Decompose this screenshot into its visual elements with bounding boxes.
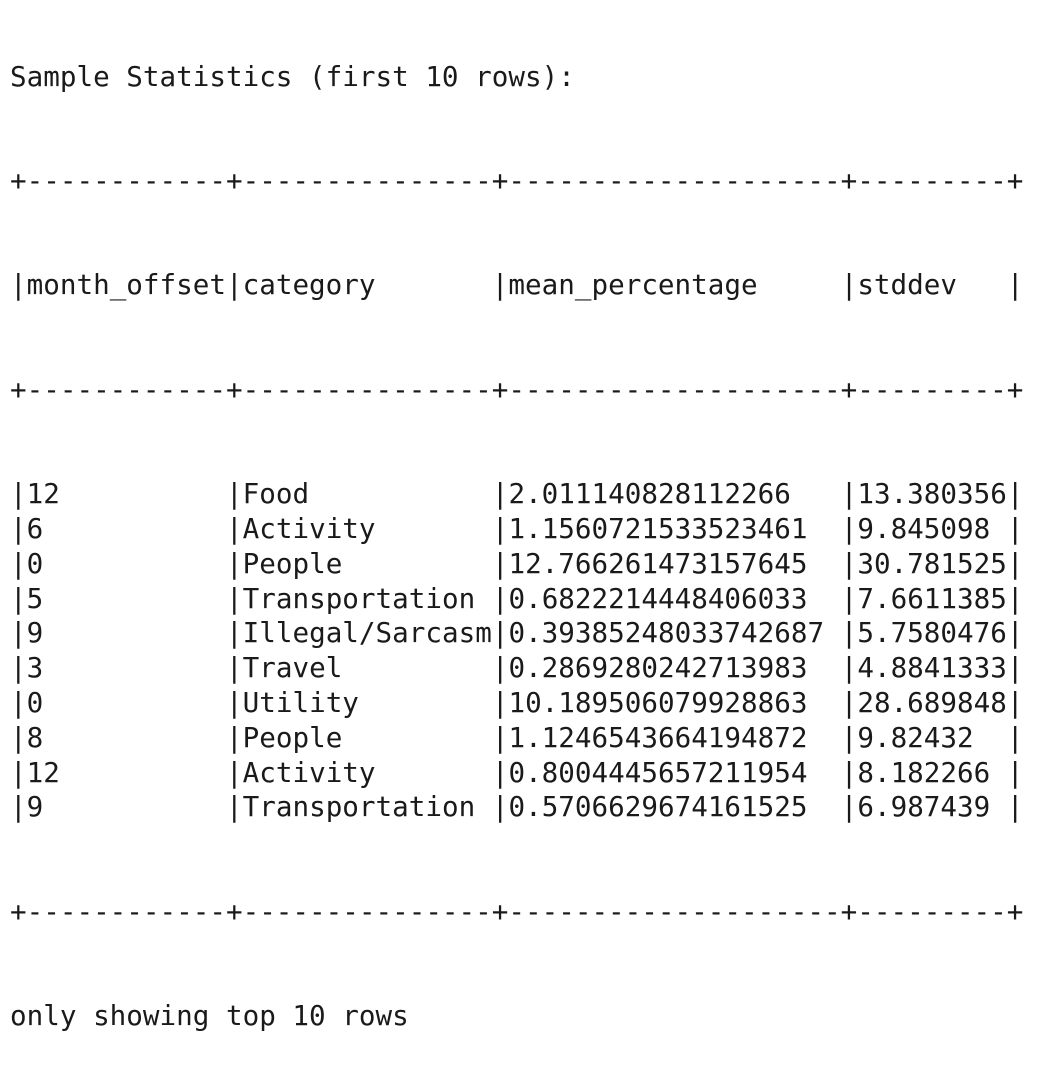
table-row: |0 |People |12.766261473157645 |30.78152…: [10, 546, 1024, 580]
cell-month-offset: 0: [26, 685, 44, 719]
cell-mean-percentage: 0.39385248033742687: [508, 616, 825, 650]
table-header-row: |month_offset|category |mean_percentage …: [10, 268, 1024, 302]
cell-month-offset: 12: [26, 755, 60, 789]
table-row: |5 |Transportation |0.6822214448406033 |…: [10, 581, 1024, 615]
cell-mean-percentage: 0.6822214448406033: [508, 581, 808, 615]
table-row: |12 |Food |2.011140828112266 |13.380356|: [10, 477, 1024, 511]
table-border-bottom: +------------+---------------+----------…: [10, 894, 1024, 928]
cell-stddev: 4.8841333: [857, 651, 1007, 685]
cell-stddev: 5.7580476: [857, 616, 1007, 650]
cell-stddev: 6.987439: [857, 790, 991, 824]
cell-month-offset: 12: [26, 477, 60, 511]
table-row: |9 |Transportation |0.5706629674161525 |…: [10, 790, 1024, 824]
cell-category: Food: [242, 477, 310, 511]
cell-category: People: [242, 720, 343, 754]
cell-stddev: 28.689848: [857, 685, 1007, 719]
cell-month-offset: 8: [26, 720, 44, 754]
cell-mean-percentage: 10.189506079928863: [508, 685, 808, 719]
terminal-output: Sample Statistics (first 10 rows): +----…: [10, 0, 1024, 1069]
cell-category: Transportation: [242, 581, 476, 615]
column-header-category: category: [242, 268, 376, 302]
footer-text: only showing top 10 rows: [10, 999, 409, 1033]
cell-stddev: 9.82432: [857, 720, 974, 754]
table-row: |12 |Activity |0.8004445657211954 |8.182…: [10, 755, 1024, 789]
cell-month-offset: 9: [26, 616, 44, 650]
cell-month-offset: 5: [26, 581, 44, 615]
cell-mean-percentage: 0.2869280242713983: [508, 651, 808, 685]
table-row: |9 |Illegal/Sarcasm|0.39385248033742687 …: [10, 616, 1024, 650]
cell-month-offset: 9: [26, 790, 44, 824]
cell-month-offset: 0: [26, 546, 44, 580]
table-row: |3 |Travel |0.2869280242713983 |4.884133…: [10, 651, 1024, 685]
table-row: |8 |People |1.1246543664194872 |9.82432 …: [10, 720, 1024, 754]
cell-category: Transportation: [242, 790, 476, 824]
cell-mean-percentage: 0.5706629674161525: [508, 790, 808, 824]
cell-category: Utility: [242, 685, 359, 719]
cell-category: Activity: [242, 511, 376, 545]
cell-mean-percentage: 1.1560721533523461: [508, 511, 808, 545]
heading-text: Sample Statistics (first 10 rows):: [10, 59, 575, 93]
cell-mean-percentage: 1.1246543664194872: [508, 720, 808, 754]
cell-category: Travel: [242, 651, 343, 685]
cell-mean-percentage: 2.011140828112266: [508, 477, 791, 511]
cell-category: People: [242, 546, 343, 580]
cell-category: Activity: [242, 755, 376, 789]
table-row: |0 |Utility |10.189506079928863 |28.6898…: [10, 685, 1024, 719]
cell-stddev: 30.781525: [857, 546, 1007, 580]
column-header-mean-percentage: mean_percentage: [508, 268, 758, 302]
cell-stddev: 13.380356: [857, 477, 1007, 511]
cell-stddev: 8.182266: [857, 755, 991, 789]
cell-month-offset: 3: [26, 651, 44, 685]
cell-mean-percentage: 12.766261473157645: [508, 546, 808, 580]
cell-category: Illegal/Sarcasm: [242, 616, 492, 650]
cell-stddev: 7.6611385: [857, 581, 1007, 615]
table-border-top: +------------+---------------+----------…: [10, 163, 1024, 197]
table-border-header: +------------+---------------+----------…: [10, 372, 1024, 406]
cell-stddev: 9.845098: [857, 511, 991, 545]
cell-mean-percentage: 0.8004445657211954: [508, 755, 808, 789]
cell-month-offset: 6: [26, 511, 44, 545]
column-header-stddev: stddev: [857, 268, 957, 302]
table-body: |12 |Food |2.011140828112266 |13.380356|…: [10, 477, 1024, 825]
column-header-month-offset: month_offset: [26, 268, 226, 302]
table-row: |6 |Activity |1.1560721533523461 |9.8450…: [10, 511, 1024, 545]
